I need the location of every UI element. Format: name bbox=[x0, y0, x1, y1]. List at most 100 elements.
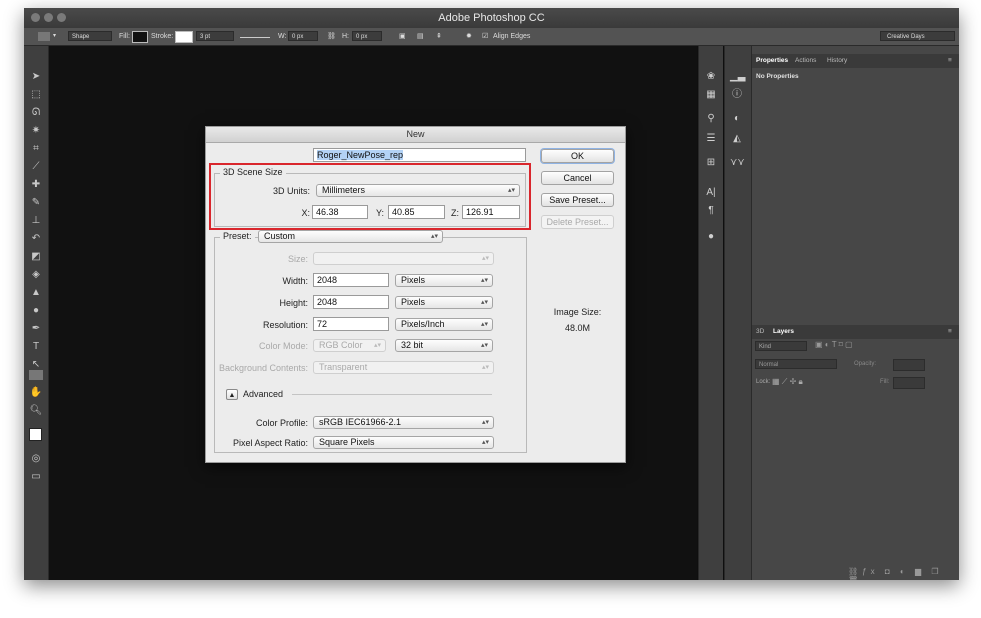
healing-brush-tool-icon[interactable]: ✚ bbox=[29, 178, 43, 192]
ok-button[interactable]: OK bbox=[541, 149, 614, 163]
close-window-button[interactable] bbox=[31, 13, 40, 22]
preset-value: Custom bbox=[264, 231, 296, 241]
size-label: Size: bbox=[287, 254, 308, 264]
path-arrangement-icon[interactable]: ⇞ bbox=[436, 31, 442, 42]
zoom-window-button[interactable] bbox=[57, 13, 66, 22]
height-unit-select[interactable]: Pixels ▴▾ bbox=[395, 296, 493, 309]
behance-icon[interactable]: ● bbox=[704, 230, 718, 244]
adjustments-icon[interactable]: ☰ bbox=[704, 132, 718, 146]
layers-panel-menu-icon[interactable]: ≡ bbox=[948, 328, 952, 335]
width-field[interactable]: 0 px bbox=[288, 31, 318, 41]
lock-icons[interactable]: ▦ ⟋ ✢ 🔒︎ bbox=[772, 377, 803, 387]
eraser-tool-icon[interactable]: ◩ bbox=[29, 250, 43, 264]
highlight-box bbox=[209, 163, 531, 230]
stroke-swatch[interactable] bbox=[175, 31, 193, 43]
layers-footer-icons[interactable]: ⛓ƒx ◘ ◐ ▆ ❐ 🗑︎ bbox=[848, 567, 959, 580]
character-icon[interactable]: A| bbox=[704, 186, 718, 200]
advanced-toggle-icon[interactable]: ▲ bbox=[226, 389, 238, 400]
name-field[interactable]: Roger_NewPose_rep bbox=[313, 148, 526, 162]
align-edges-checkbox[interactable]: ☑ bbox=[482, 31, 488, 42]
color-profile-select[interactable]: sRGB IEC61966-2.1 ▴▾ bbox=[313, 416, 494, 429]
preset-select[interactable]: Custom ▴▾ bbox=[258, 230, 443, 243]
fill-swatch[interactable] bbox=[132, 31, 148, 43]
minimize-window-button[interactable] bbox=[44, 13, 53, 22]
height-field[interactable]: 0 px bbox=[352, 31, 382, 41]
blur-tool-icon[interactable]: ▲ bbox=[29, 286, 43, 300]
type-tool-icon[interactable]: T bbox=[29, 340, 43, 354]
resolution-unit-select[interactable]: Pixels/Inch ▴▾ bbox=[395, 318, 493, 331]
tab-3d[interactable]: 3D bbox=[756, 328, 764, 335]
brush-presets-icon[interactable]: ⚲ bbox=[704, 112, 718, 126]
panel-dock-icons: ❀ ▦ ⚲ ☰ ⊞ A| ¶ ● bbox=[698, 46, 723, 580]
rectangle-tool-icon[interactable] bbox=[29, 370, 43, 380]
tab-properties[interactable]: Properties bbox=[756, 57, 788, 64]
tab-actions[interactable]: Actions bbox=[795, 57, 816, 64]
eyedropper-tool-icon[interactable]: ⟋ bbox=[29, 160, 43, 174]
tool-preset-icon[interactable] bbox=[38, 32, 50, 41]
path-operations-icon[interactable]: ▣ bbox=[399, 31, 406, 42]
navigator-icon[interactable]: ◐ bbox=[730, 112, 744, 126]
screen-mode-icon[interactable]: ▭ bbox=[29, 470, 43, 484]
resolution-unit-value: Pixels/Inch bbox=[401, 319, 445, 329]
pixel-aspect-select[interactable]: Square Pixels ▴▾ bbox=[313, 436, 494, 449]
styles-icon[interactable]: ⊞ bbox=[704, 156, 718, 170]
width-unit-select[interactable]: Pixels ▴▾ bbox=[395, 274, 493, 287]
blend-mode-select[interactable]: Normal bbox=[755, 359, 837, 369]
opacity-field[interactable] bbox=[893, 359, 925, 371]
layer-filter-icons[interactable]: ▣ ◐ T ⌑ ▢ bbox=[815, 340, 853, 349]
properties-panel-tabs: Properties Actions History ≡ bbox=[752, 54, 959, 68]
stepper-arrows-icon: ▴▾ bbox=[481, 419, 489, 426]
color-profile-label: Color Profile: bbox=[255, 418, 308, 428]
pen-tool-icon[interactable]: ✒ bbox=[29, 322, 43, 336]
background-contents-label: Background Contents: bbox=[218, 363, 308, 373]
dodge-tool-icon[interactable]: ● bbox=[29, 304, 43, 318]
quick-mask-icon[interactable]: ◎ bbox=[29, 452, 43, 466]
paint-bucket-tool-icon[interactable]: ◈ bbox=[29, 268, 43, 282]
color-profile-value: sRGB IEC61966-2.1 bbox=[319, 417, 402, 427]
path-alignment-icon[interactable]: ▤ bbox=[417, 31, 424, 42]
stroke-width-field[interactable]: 3 pt bbox=[196, 31, 234, 41]
stroke-type-select[interactable] bbox=[240, 37, 270, 38]
link-icon[interactable]: ⛓ bbox=[327, 31, 336, 42]
history-brush-tool-icon[interactable]: ↶ bbox=[29, 232, 43, 246]
panel-menu-icon[interactable]: ≡ bbox=[948, 57, 952, 64]
resolution-field[interactable]: 72 bbox=[313, 317, 389, 331]
tab-layers[interactable]: Layers bbox=[773, 328, 794, 335]
bit-depth-select[interactable]: 32 bit ▴▾ bbox=[395, 339, 493, 352]
image-size-label: Image Size: bbox=[553, 307, 602, 317]
height-field[interactable]: 2048 bbox=[313, 295, 389, 309]
move-tool-icon[interactable]: ➤ bbox=[29, 70, 43, 84]
histogram-icon[interactable]: ▁▃ bbox=[730, 70, 745, 84]
properties-message: No Properties bbox=[756, 73, 799, 80]
brush-tool-icon[interactable]: ✎ bbox=[29, 196, 43, 210]
paths-icon[interactable]: ◭ bbox=[730, 132, 744, 146]
3d-panel-icon[interactable]: ❀ bbox=[704, 70, 718, 84]
color-mode-select: RGB Color ▴▾ bbox=[313, 339, 386, 352]
workspace-select[interactable]: Creative Days bbox=[880, 31, 955, 41]
foreground-color-swatch[interactable] bbox=[29, 428, 42, 441]
tab-history[interactable]: History bbox=[827, 57, 847, 64]
info-icon[interactable]: ⓘ bbox=[730, 88, 744, 102]
save-preset-button[interactable]: Save Preset... bbox=[541, 193, 614, 207]
magic-wand-tool-icon[interactable]: ✷ bbox=[29, 124, 43, 138]
swatches-icon[interactable]: ▦ bbox=[704, 88, 718, 102]
tool-mode-select[interactable]: Shape bbox=[68, 31, 112, 41]
chevron-down-icon[interactable]: ▾ bbox=[53, 31, 56, 42]
stepper-arrows-icon: ▴▾ bbox=[481, 364, 489, 371]
clone-stamp-tool-icon[interactable]: ⊥ bbox=[29, 214, 43, 228]
cancel-button[interactable]: Cancel bbox=[541, 171, 614, 185]
dialog-title: New bbox=[206, 127, 625, 143]
crop-tool-icon[interactable]: ⌗ bbox=[29, 142, 43, 156]
lasso-tool-icon[interactable]: ᘏ bbox=[29, 106, 43, 120]
fill-field[interactable] bbox=[893, 377, 925, 389]
paragraph-icon[interactable]: ¶ bbox=[704, 204, 718, 218]
hand-tool-icon[interactable]: ✋ bbox=[29, 386, 43, 400]
layer-kind-filter[interactable]: Kind bbox=[755, 341, 807, 351]
width-field[interactable]: 2048 bbox=[313, 273, 389, 287]
tool-presets-icon[interactable]: ⋎⋎ bbox=[730, 156, 745, 170]
marquee-tool-icon[interactable]: ⬚ bbox=[29, 88, 43, 102]
gear-icon[interactable]: ✹ bbox=[466, 31, 472, 42]
zoom-tool-icon[interactable]: 🔍︎ bbox=[29, 404, 43, 418]
lock-label: Lock: bbox=[756, 379, 771, 385]
height-label: Height: bbox=[279, 298, 308, 308]
